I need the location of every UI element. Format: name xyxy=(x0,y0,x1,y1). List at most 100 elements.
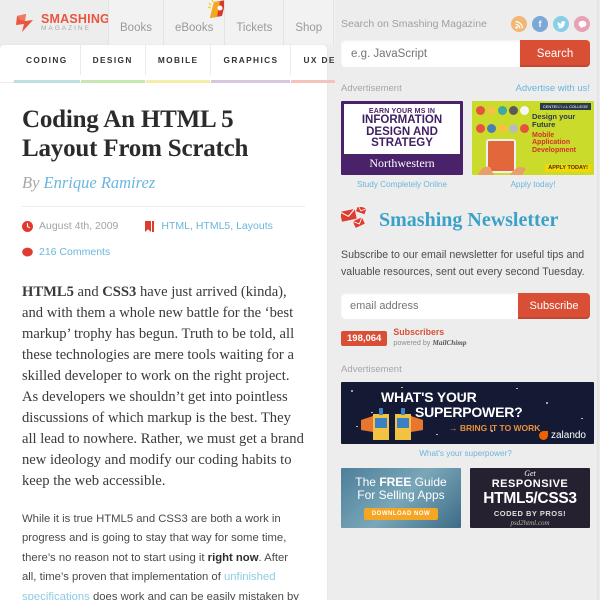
advertisement-header-1: Advertisement Advertise with us! xyxy=(341,83,590,94)
logo-subtitle: MAGAZINE xyxy=(41,25,91,32)
advertisement-label-1: Advertisement xyxy=(341,83,402,94)
logo-text: SMASHING MAGAZINE xyxy=(41,11,110,33)
category-tab-design[interactable]: DESIGN xyxy=(80,45,146,83)
zalando-line-3: → BRING IT TO WORK xyxy=(449,422,541,433)
article: Coding An HTML 5 Layout From Scratch By … xyxy=(0,83,327,600)
clock-icon xyxy=(22,220,33,232)
newsletter-email-input[interactable] xyxy=(341,293,518,320)
comment-icon xyxy=(22,247,33,258)
free-guide-download-button[interactable]: DOWNLOAD NOW xyxy=(363,508,439,521)
ad-caption-zalando[interactable]: What's your superpower? xyxy=(341,449,590,458)
topnav-item-shop[interactable]: Shop xyxy=(283,0,334,45)
logo-title: SMASHING xyxy=(41,11,110,26)
zalando-brand-text: zalando xyxy=(550,429,586,441)
zalando-brand: zalando xyxy=(538,429,586,441)
search-form: Search xyxy=(341,40,590,67)
topnav-item-ebooks[interactable]: eBooks xyxy=(162,0,227,45)
article-comments-row: 216 Comments xyxy=(22,246,305,258)
ad-nw-brand: Northwestern xyxy=(369,156,435,170)
search-button[interactable]: Search xyxy=(520,40,590,67)
envelope-icon xyxy=(339,205,371,234)
comments-count-link[interactable]: 216 Comments xyxy=(39,246,110,258)
newsletter-description: Subscribe to our email newsletter for us… xyxy=(341,249,585,279)
advertisement-pair-2: The FREE Guide For Selling Apps DOWNLOAD… xyxy=(341,467,590,528)
meta-date-item: August 4th, 2009 xyxy=(22,220,118,232)
category-navigation: CODING DESIGN MOBILE GRAPHICS UX DESIGN … xyxy=(0,45,416,83)
site-logo[interactable]: SMASHING MAGAZINE xyxy=(0,0,110,45)
facebook-icon[interactable]: f xyxy=(532,16,548,32)
twitter-icon[interactable] xyxy=(553,16,569,32)
subscriber-count-badge: 198,064 xyxy=(341,330,388,346)
meta-tags-item: HTML, HTML5, Layouts xyxy=(144,220,273,232)
article-meta-row: August 4th, 2009 HTML, HTML5, Layouts xyxy=(22,220,305,232)
advertisement-pair-1: EARN YOUR MS IN INFORMATION DESIGN AND S… xyxy=(341,101,594,189)
ad-banner-zalando[interactable]: WHAT'S YOUR SUPERPOWER? → BRING IT TO WO… xyxy=(341,381,594,444)
article-tags[interactable]: HTML, HTML5, Layouts xyxy=(161,220,272,232)
ad-cn-bubbles-icon xyxy=(475,103,533,139)
p1-rest: have just arrived (kinda), and with them… xyxy=(22,284,304,489)
zalando-line-1: WHAT'S YOUR xyxy=(381,388,477,405)
ad-caption-centennial[interactable]: Apply today! xyxy=(472,180,594,189)
ad-nw-headline-1: INFORMATION xyxy=(361,113,443,126)
free-guide-line-1: The FREE Guide xyxy=(355,474,447,490)
zalando-line-2: SUPERPOWER? xyxy=(415,403,523,420)
ad-cell-centennial: CENTENNIAL COLLEGE 50 Design your Future… xyxy=(472,101,594,189)
newsletter-header: Smashing Newsletter xyxy=(339,205,590,234)
ad-cn-cta-button[interactable]: APPLY TODAY! xyxy=(545,164,591,172)
ad-cell-northwestern: EARN YOUR MS IN INFORMATION DESIGN AND S… xyxy=(341,101,463,189)
topnav-item-tickets[interactable]: Tickets xyxy=(224,0,284,45)
topnav-ebooks-label: eBooks xyxy=(174,22,214,34)
search-input[interactable] xyxy=(341,40,520,67)
ad-banner-centennial[interactable]: CENTENNIAL COLLEGE 50 Design your Future… xyxy=(472,101,594,175)
article-paragraph-1: HTML5 and CSS3 have just arrived (kinda)… xyxy=(22,282,305,492)
category-tab-mobile[interactable]: MOBILE xyxy=(145,45,212,83)
rss-icon[interactable] xyxy=(511,16,527,32)
search-header: Search on Smashing Magazine f xyxy=(341,0,590,40)
author-link[interactable]: Enrique Ramirez xyxy=(44,173,156,192)
responsive-line-4: CODED BY PROS! xyxy=(493,508,567,518)
advertisement-header-2: Advertisement xyxy=(341,364,590,375)
subscriber-text: Subscribers powered by MailChimp xyxy=(393,328,466,348)
ad-cn-title-1: Design your Future xyxy=(532,112,576,129)
newsletter-form: Subscribe xyxy=(341,293,590,320)
topnav-item-books[interactable]: Books xyxy=(108,0,163,45)
category-tab-coding[interactable]: CODING xyxy=(14,45,81,83)
category-tab-graphics[interactable]: GRAPHICS xyxy=(211,45,292,83)
ad-nw-headline-3: STRATEGY xyxy=(371,137,433,150)
powered-by-line: powered by MailChimp xyxy=(393,339,466,348)
free-guide-guide: Guide xyxy=(411,474,447,489)
main-column: SMASHING MAGAZINE Books eBooks Tickets S… xyxy=(0,0,416,600)
ad-banner-free-guide[interactable]: The FREE Guide For Selling Apps DOWNLOAD… xyxy=(341,467,461,528)
article-date: August 4th, 2009 xyxy=(39,220,119,232)
smashing-logo-icon xyxy=(14,12,36,34)
p1-bold-html5: HTML5 xyxy=(22,284,74,300)
dribbble-icon[interactable] xyxy=(574,16,590,32)
article-paragraph-2: While it is true HTML5 and CSS3 are both… xyxy=(22,510,305,600)
subscribers-label: Subscribers xyxy=(393,327,445,338)
bookmark-icon xyxy=(144,220,155,232)
free-guide-the: The xyxy=(355,474,380,489)
meta-comments-item: 216 Comments xyxy=(22,246,110,258)
ad-nw-inner: EARN YOUR MS IN INFORMATION DESIGN AND S… xyxy=(344,104,460,154)
free-guide-free: FREE xyxy=(379,474,412,489)
ad-cn-anniversary: 50 xyxy=(557,103,566,112)
responsive-line-3: HTML5/CSS3 xyxy=(483,489,577,507)
ad-banner-northwestern[interactable]: EARN YOUR MS IN INFORMATION DESIGN AND S… xyxy=(341,101,463,175)
ad-banner-responsive-html[interactable]: Get RESPONSIVE HTML5/CSS3 CODED BY PROS!… xyxy=(470,467,590,528)
newsletter-subscriber-stats: 198,064 Subscribers powered by MailChimp xyxy=(341,328,590,348)
newsletter-subscribe-button[interactable]: Subscribe xyxy=(518,293,590,320)
free-guide-line-2: For Selling Apps xyxy=(357,488,445,503)
page-root: SMASHING MAGAZINE Books eBooks Tickets S… xyxy=(0,0,600,600)
advertisement-label-2: Advertisement xyxy=(341,363,402,375)
content-card: CODING DESIGN MOBILE GRAPHICS UX DESIGN … xyxy=(0,45,416,600)
ad-caption-northwestern[interactable]: Study Completely Online xyxy=(341,180,463,189)
site-header: SMASHING MAGAZINE Books eBooks Tickets S… xyxy=(0,0,381,45)
search-label: Search on Smashing Magazine xyxy=(341,18,487,30)
zalando-logo-icon xyxy=(538,430,548,440)
newsletter-title: Smashing Newsletter xyxy=(379,209,559,231)
meta-divider xyxy=(22,206,305,207)
byline-prefix: By xyxy=(22,173,44,192)
sidebar: Search on Smashing Magazine f Search Adv… xyxy=(335,0,600,600)
advertise-with-us-link[interactable]: Advertise with us! xyxy=(516,83,590,94)
mailchimp-brand: MailChimp xyxy=(432,338,467,347)
